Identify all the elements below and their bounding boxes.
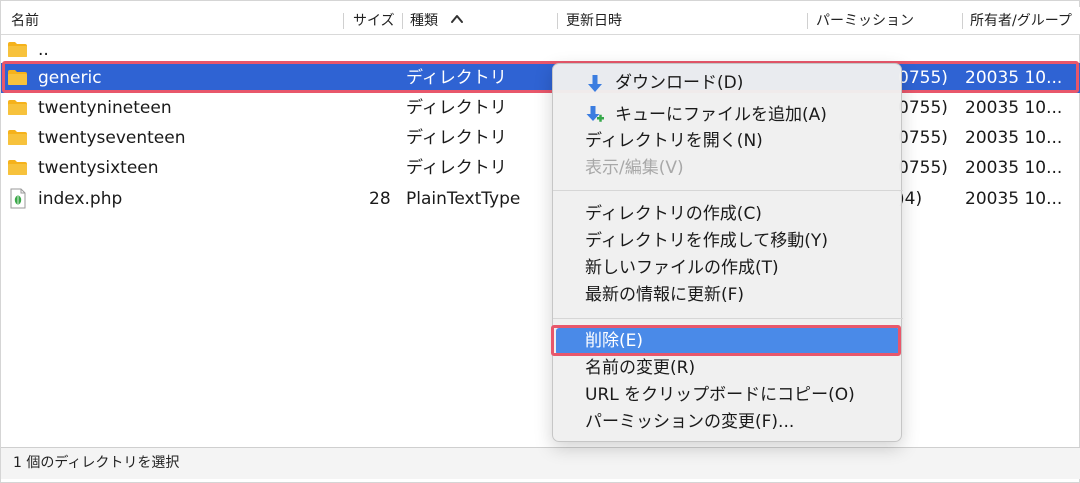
folder-icon — [8, 70, 27, 85]
column-header: 名前 サイズ 種類 更新日時 パーミッション 所有者/グループ — [1, 7, 1080, 35]
context-menu: ダウンロード(D) キューにファイルを追加(A) ディレクトリを開く(N) 表示… — [552, 63, 903, 442]
sort-ascending-icon — [451, 15, 464, 23]
file-name: twentynineteen — [38, 98, 172, 118]
file-type: ディレクトリ — [406, 128, 507, 148]
menu-item-rename[interactable]: 名前の変更(R) — [553, 355, 903, 382]
column-size[interactable]: サイズ — [353, 7, 395, 35]
folder-icon — [8, 130, 27, 145]
file-type: ディレクトリ — [406, 98, 507, 118]
menu-item-refresh[interactable]: 最新の情報に更新(F) — [553, 282, 903, 309]
column-permission[interactable]: パーミッション — [816, 7, 914, 35]
file-row-index-php[interactable]: index.php 28 PlainTextType )4) 20035 10.… — [1, 184, 1080, 214]
file-permission: 0755) — [898, 128, 948, 148]
php-file-icon — [10, 188, 26, 209]
file-name: twentysixteen — [38, 158, 159, 178]
status-bar: 1 個のディレクトリを選択 — [1, 447, 1080, 479]
file-browser-window: 名前 サイズ 種類 更新日時 パーミッション 所有者/グループ .. gener… — [0, 0, 1080, 483]
menu-item-change-permissions[interactable]: パーミッションの変更(F)... — [553, 409, 903, 436]
column-name[interactable]: 名前 — [11, 7, 39, 35]
folder-icon — [8, 160, 27, 175]
column-divider[interactable] — [343, 13, 344, 29]
file-permission: 0755) — [898, 68, 948, 88]
menu-item-download[interactable]: ダウンロード(D) — [553, 70, 903, 97]
file-type: PlainTextType — [406, 189, 521, 209]
column-owner[interactable]: 所有者/グループ — [970, 7, 1072, 35]
column-type[interactable]: 種類 — [410, 7, 464, 35]
file-name: generic — [38, 68, 102, 88]
menu-item-delete[interactable]: 削除(E) — [556, 328, 900, 355]
status-text: 1 個のディレクトリを選択 — [13, 455, 180, 471]
menu-item-open-directory[interactable]: ディレクトリを開く(N) — [553, 128, 903, 155]
file-permission: 0755) — [898, 158, 948, 178]
file-owner: 20035 10... — [965, 189, 1063, 209]
file-name: index.php — [38, 189, 123, 209]
column-modified[interactable]: 更新日時 — [566, 7, 622, 35]
column-divider[interactable] — [402, 13, 403, 29]
menu-item-label: キューにファイルを追加(A) — [615, 105, 827, 125]
file-type: ディレクトリ — [406, 68, 507, 88]
menu-item-add-to-queue[interactable]: キューにファイルを追加(A) — [553, 102, 903, 129]
file-row-generic[interactable]: generic ディレクトリ 0755) 20035 10... — [1, 63, 1080, 93]
file-row-twentyseventeen[interactable]: twentyseventeen ディレクトリ 0755) 20035 10... — [1, 123, 1080, 153]
file-owner: 20035 10... — [965, 68, 1063, 88]
parent-dir-row[interactable]: .. — [1, 35, 1080, 65]
file-owner: 20035 10... — [965, 128, 1063, 148]
file-name: twentyseventeen — [38, 128, 186, 148]
column-divider[interactable] — [557, 13, 558, 29]
menu-separator — [553, 190, 903, 191]
menu-item-create-directory-and-move[interactable]: ディレクトリを作成して移動(Y) — [553, 228, 903, 255]
column-type-label: 種類 — [410, 13, 438, 29]
menu-item-view-edit[interactable]: 表示/編集(V) — [553, 155, 903, 182]
menu-item-copy-url[interactable]: URL をクリップボードにコピー(O) — [553, 382, 903, 409]
menu-item-new-file[interactable]: 新しいファイルの作成(T) — [553, 255, 903, 282]
file-owner: 20035 10... — [965, 158, 1063, 178]
file-row-twentynineteen[interactable]: twentynineteen ディレクトリ 0755) 20035 10... — [1, 93, 1080, 123]
menu-separator — [553, 318, 903, 319]
file-permission: 0755) — [898, 98, 948, 118]
file-size: 28 — [369, 189, 391, 209]
folder-icon — [8, 100, 27, 115]
column-divider[interactable] — [962, 13, 963, 29]
add-to-queue-icon — [586, 106, 604, 122]
file-row-twentysixteen[interactable]: twentysixteen ディレクトリ 0755) 20035 10... — [1, 153, 1080, 183]
menu-item-label: ダウンロード(D) — [615, 73, 744, 93]
file-type: ディレクトリ — [406, 158, 507, 178]
folder-icon — [8, 42, 27, 57]
menu-item-create-directory[interactable]: ディレクトリの作成(C) — [553, 201, 903, 228]
download-arrow-icon — [588, 75, 602, 92]
parent-dir-label: .. — [38, 40, 49, 60]
file-owner: 20035 10... — [965, 98, 1063, 118]
column-divider[interactable] — [807, 13, 808, 29]
